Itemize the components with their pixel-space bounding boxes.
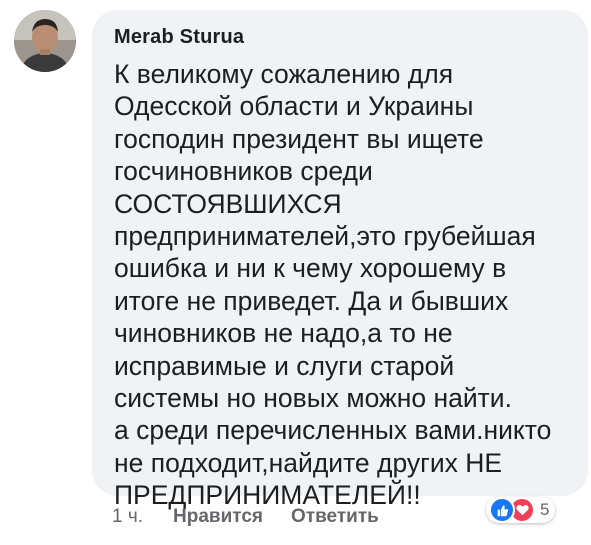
comment-text: К великому сожалению для Одесской област…: [114, 58, 584, 512]
comment-actions: 1 ч. Нравится Ответить: [112, 506, 379, 528]
like-button[interactable]: Нравится: [173, 506, 263, 528]
comment-line: системы но новых можно найти.: [114, 383, 512, 414]
comment-bubble: Merab Sturua К великому сожалению для Од…: [92, 10, 588, 510]
comment-line: чиновников не надо,а то не: [114, 318, 453, 349]
reply-button[interactable]: Ответить: [291, 506, 379, 528]
avatar-photo: [14, 10, 76, 72]
like-icon: [489, 497, 515, 523]
reaction-summary[interactable]: 5: [486, 497, 556, 523]
comment-line: господин президент вы ищете: [114, 123, 484, 154]
comment-line: исправимые и слуги старой: [114, 350, 455, 381]
avatar[interactable]: [14, 10, 76, 72]
comment-line: а среди перечисленных вами.никто: [114, 415, 552, 446]
reaction-count: 5: [540, 500, 550, 519]
comment-line: госчиновников среди: [114, 156, 373, 187]
comment-line: СОСТОЯВШИХСЯ: [114, 188, 342, 219]
comment-line: ошибка и ни к чему хорошему в: [114, 253, 507, 284]
comment-line: Одесской области и Украины: [114, 91, 474, 122]
comment-line: предпринимателей,это грубейшая: [114, 221, 536, 252]
timestamp[interactable]: 1 ч.: [112, 506, 143, 528]
author-name[interactable]: Merab Sturua: [114, 26, 244, 49]
comment-line: К великому сожалению для: [114, 59, 454, 89]
comment-line: итоге не приведет. Да и бывших: [114, 285, 509, 316]
comment-line: не подходит,найдите других НЕ: [114, 447, 503, 478]
